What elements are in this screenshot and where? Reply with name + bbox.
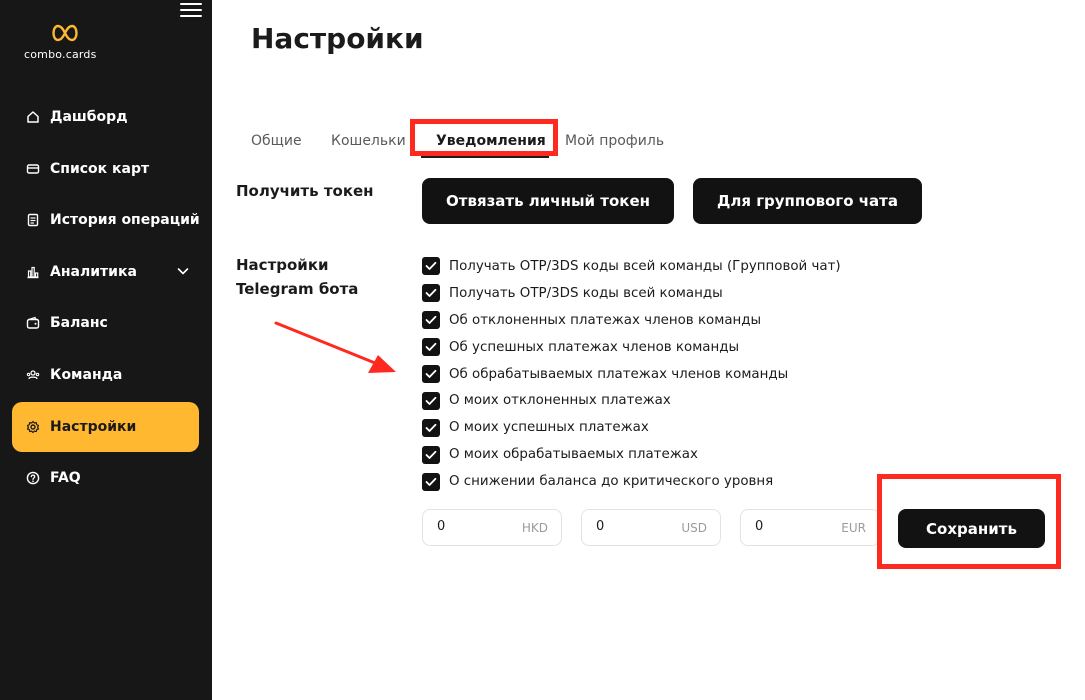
history-icon: [26, 213, 40, 227]
threshold-usd-field[interactable]: USD: [581, 509, 721, 546]
checkbox-checked-icon[interactable]: [422, 418, 440, 437]
analytics-icon: [26, 265, 40, 279]
active-tab-indicator: [421, 156, 549, 158]
checkbox-checked-icon[interactable]: [422, 284, 440, 303]
bot-notification-options: Получать OTP/3DS коды всей команды (Груп…: [422, 253, 882, 495]
notification-option[interactable]: О моих обрабатываемых платежах: [422, 441, 882, 468]
save-button[interactable]: Сохранить: [898, 509, 1045, 548]
sidebar-item-settings[interactable]: Настройки: [12, 401, 199, 452]
threshold-eur-input[interactable]: [755, 519, 825, 534]
team-icon: [26, 368, 40, 382]
option-label: Об обрабатываемых платежах членов команд…: [449, 366, 789, 382]
sidebar-item-team[interactable]: Команда: [12, 350, 199, 400]
tab-general[interactable]: Общие: [251, 133, 302, 149]
sidebar-item-dashboard[interactable]: Дашборд: [12, 92, 199, 142]
sidebar-item-faq[interactable]: FAQ: [12, 453, 199, 503]
tab-my-profile[interactable]: Мой профиль: [565, 133, 664, 149]
sidebar-item-history[interactable]: История операций: [12, 195, 200, 245]
token-section-label: Получить токен: [236, 182, 374, 200]
notification-option[interactable]: О моих успешных платежах: [422, 414, 882, 441]
sidebar-item-label: Настройки: [50, 418, 137, 435]
menu-toggle-icon[interactable]: [180, 3, 202, 19]
option-label: О моих отклоненных платежах: [449, 393, 671, 409]
currency-label: EUR: [841, 521, 866, 535]
checkbox-checked-icon[interactable]: [422, 445, 440, 464]
sidebar-item-balance[interactable]: Баланс: [12, 298, 199, 348]
wallet-icon: [26, 316, 40, 330]
help-icon: [26, 471, 40, 485]
home-icon: [26, 110, 40, 124]
sidebar-item-label: Дашборд: [50, 109, 128, 125]
page-title: Настройки: [251, 22, 424, 55]
checkbox-checked-icon[interactable]: [422, 391, 440, 410]
option-label: Об отклоненных платежах членов команды: [449, 312, 762, 328]
threshold-eur-field[interactable]: EUR: [740, 509, 880, 546]
group-chat-token-button[interactable]: Для группового чата: [693, 178, 922, 224]
bot-section-label-line2: Telegram бота: [236, 280, 359, 298]
unlink-personal-token-button[interactable]: Отвязать личный токен: [422, 178, 674, 224]
tab-wallets[interactable]: Кошельки: [331, 133, 406, 149]
checkbox-checked-icon[interactable]: [422, 257, 440, 276]
threshold-usd-input[interactable]: [596, 519, 666, 534]
gear-icon: [26, 420, 40, 434]
sidebar-item-label: Команда: [50, 366, 123, 383]
option-label: Получать OTP/3DS коды всей команды (Груп…: [449, 258, 841, 274]
notification-option[interactable]: Получать OTP/3DS коды всей команды (Груп…: [422, 253, 882, 280]
checkbox-checked-icon[interactable]: [422, 338, 440, 357]
chevron-down-icon[interactable]: [177, 266, 189, 276]
bot-section-label-line1: Настройки: [236, 256, 329, 274]
threshold-hkd-input[interactable]: [437, 519, 507, 534]
card-icon: [26, 162, 40, 176]
currency-label: USD: [681, 521, 707, 535]
option-label: О моих успешных платежах: [449, 420, 649, 436]
logo-text: combo.cards: [24, 48, 97, 61]
checkbox-checked-icon[interactable]: [422, 311, 440, 330]
sidebar-nav: Дашборд Список карт История операций Ана…: [12, 92, 200, 505]
sidebar-item-label: Баланс: [50, 315, 108, 332]
notification-option[interactable]: О моих отклоненных платежах: [422, 387, 882, 414]
notification-option[interactable]: О снижении баланса до критического уровн…: [422, 468, 882, 495]
currency-label: HKD: [521, 521, 548, 535]
logo[interactable]: combo.cards: [24, 24, 114, 64]
sidebar-item-label: FAQ: [50, 470, 81, 487]
notification-option[interactable]: Об обрабатываемых платежах членов команд…: [422, 361, 882, 388]
tab-notifications[interactable]: Уведомления: [436, 133, 546, 149]
notification-option[interactable]: Об отклоненных платежах членов команды: [422, 307, 882, 334]
threshold-hkd-field[interactable]: HKD: [422, 509, 562, 546]
sidebar-item-label: Список карт: [50, 160, 150, 177]
sidebar-item-label: Аналитика: [50, 263, 137, 280]
option-label: О моих обрабатываемых платежах: [449, 447, 698, 463]
option-label: Об успешных платежах членов команды: [449, 339, 740, 355]
sidebar: combo.cards Дашборд Список карт История …: [0, 0, 212, 700]
annotation-arrow-icon: [274, 321, 396, 373]
notification-option[interactable]: Получать OTP/3DS коды всей команды: [422, 280, 882, 307]
option-label: О снижении баланса до критического уровн…: [449, 474, 774, 490]
sidebar-item-label: История операций: [50, 212, 200, 229]
notification-option[interactable]: Об успешных платежах членов команды: [422, 334, 882, 361]
option-label: Получать OTP/3DS коды всей команды: [449, 285, 723, 301]
checkbox-checked-icon[interactable]: [422, 365, 440, 383]
checkbox-checked-icon[interactable]: [422, 472, 440, 491]
sidebar-item-cards[interactable]: Список карт: [12, 144, 199, 194]
bot-section-label: Настройки Telegram бота: [236, 253, 358, 301]
logo-icon: [52, 24, 78, 42]
sidebar-item-analytics[interactable]: Аналитика: [12, 247, 199, 297]
